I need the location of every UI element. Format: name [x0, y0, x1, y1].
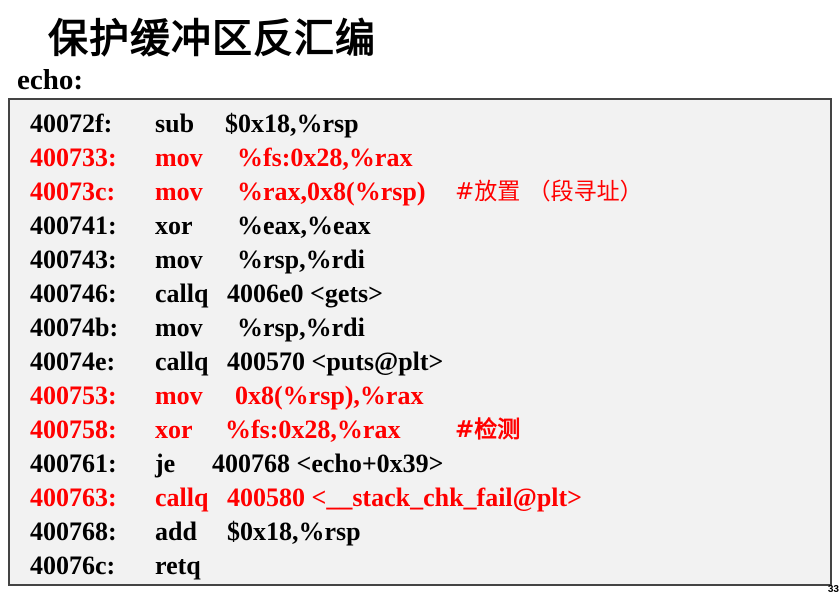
disassembly-box: 40072f: sub $0x18,%rsp 400733: mov %fs:0x28,%…	[8, 98, 832, 586]
instruction-comment: #放置 （段寻址）	[455, 179, 643, 205]
instruction-mnemonic: xor	[155, 211, 193, 240]
instruction-operands: %rsp,%rdi	[237, 313, 365, 342]
instruction-operands: %eax,%eax	[237, 211, 371, 240]
instruction-mnemonic: callq	[155, 347, 209, 376]
instruction-operands: 4006e0 <gets>	[227, 279, 383, 308]
instruction-row: 40072f: sub $0x18,%rsp	[10, 107, 830, 141]
instruction-address: 400758:	[30, 415, 117, 444]
instruction-mnemonic: callq	[155, 279, 209, 308]
instruction-comment: #检测	[455, 417, 521, 443]
instruction-row: 400763: callq 400580 <__stack_chk_fail@plt…	[10, 481, 830, 515]
instruction-mnemonic: add	[155, 517, 197, 546]
instruction-operands: 400580 <__stack_chk_fail@plt>	[227, 483, 582, 512]
instruction-address: 400768:	[30, 517, 117, 546]
instruction-operands: $0x18,%rsp	[227, 517, 361, 546]
instruction-mnemonic: callq	[155, 483, 209, 512]
instruction-address: 40074e:	[30, 347, 116, 376]
instruction-mnemonic: xor	[155, 415, 193, 444]
instruction-address: 40073c:	[30, 177, 116, 206]
instruction-operands: 400570 <puts@plt>	[227, 347, 444, 376]
instruction-mnemonic: mov	[155, 245, 203, 274]
instruction-row: 40076c: retq	[10, 549, 830, 583]
instruction-address: 40076c:	[30, 551, 116, 580]
page-number: 33	[827, 584, 839, 595]
instruction-mnemonic: mov	[155, 177, 203, 206]
instruction-address: 40074b:	[30, 313, 119, 342]
instruction-operands: 0x8(%rsp),%rax	[235, 381, 424, 410]
instruction-mnemonic: retq	[155, 551, 201, 580]
instruction-operands: %rsp,%rdi	[237, 245, 365, 274]
instruction-operands: 400768 <echo+0x39>	[212, 449, 444, 478]
instruction-operands: %rax,0x8(%rsp)	[237, 177, 426, 206]
instruction-operands: %fs:0x28,%rax	[225, 415, 401, 444]
instruction-mnemonic: mov	[155, 143, 203, 172]
instruction-address: 400753:	[30, 381, 117, 410]
instruction-row: 400761: je 400768 <echo+0x39>	[10, 447, 830, 481]
instruction-row: 40073c: mov %rax,0x8(%rsp) #放置 （段寻址）	[10, 175, 830, 209]
instruction-address: 400763:	[30, 483, 117, 512]
instruction-row: 400753: mov 0x8(%rsp),%rax	[10, 379, 830, 413]
instruction-row: 400768: add $0x18,%rsp	[10, 515, 830, 549]
instruction-address: 400746:	[30, 279, 117, 308]
instruction-row: 40074e: callq 400570 <puts@plt>	[10, 345, 830, 379]
instruction-row: 400743: mov %rsp,%rdi	[10, 243, 830, 277]
instruction-address: 400741:	[30, 211, 117, 240]
instruction-address: 400743:	[30, 245, 117, 274]
instruction-row: 400758: xor %fs:0x28,%rax #检测	[10, 413, 830, 447]
instruction-mnemonic: mov	[155, 381, 203, 410]
instruction-mnemonic: sub	[155, 109, 195, 138]
instruction-mnemonic: mov	[155, 313, 203, 342]
instruction-address: 40072f:	[30, 109, 113, 138]
function-label: echo:	[17, 64, 84, 96]
instruction-operands: %fs:0x28,%rax	[237, 143, 413, 172]
instruction-row: 40074b: mov %rsp,%rdi	[10, 311, 830, 345]
instruction-address: 400761:	[30, 449, 117, 478]
instruction-row: 400741: xor %eax,%eax	[10, 209, 830, 243]
slide-title: 保护缓冲区反汇编	[48, 16, 376, 62]
instruction-address: 400733:	[30, 143, 117, 172]
instruction-row: 400746: callq 4006e0 <gets>	[10, 277, 830, 311]
instruction-mnemonic: je	[155, 449, 176, 478]
instruction-row: 400733: mov %fs:0x28,%rax	[10, 141, 830, 175]
instruction-operands: $0x18,%rsp	[225, 109, 359, 138]
